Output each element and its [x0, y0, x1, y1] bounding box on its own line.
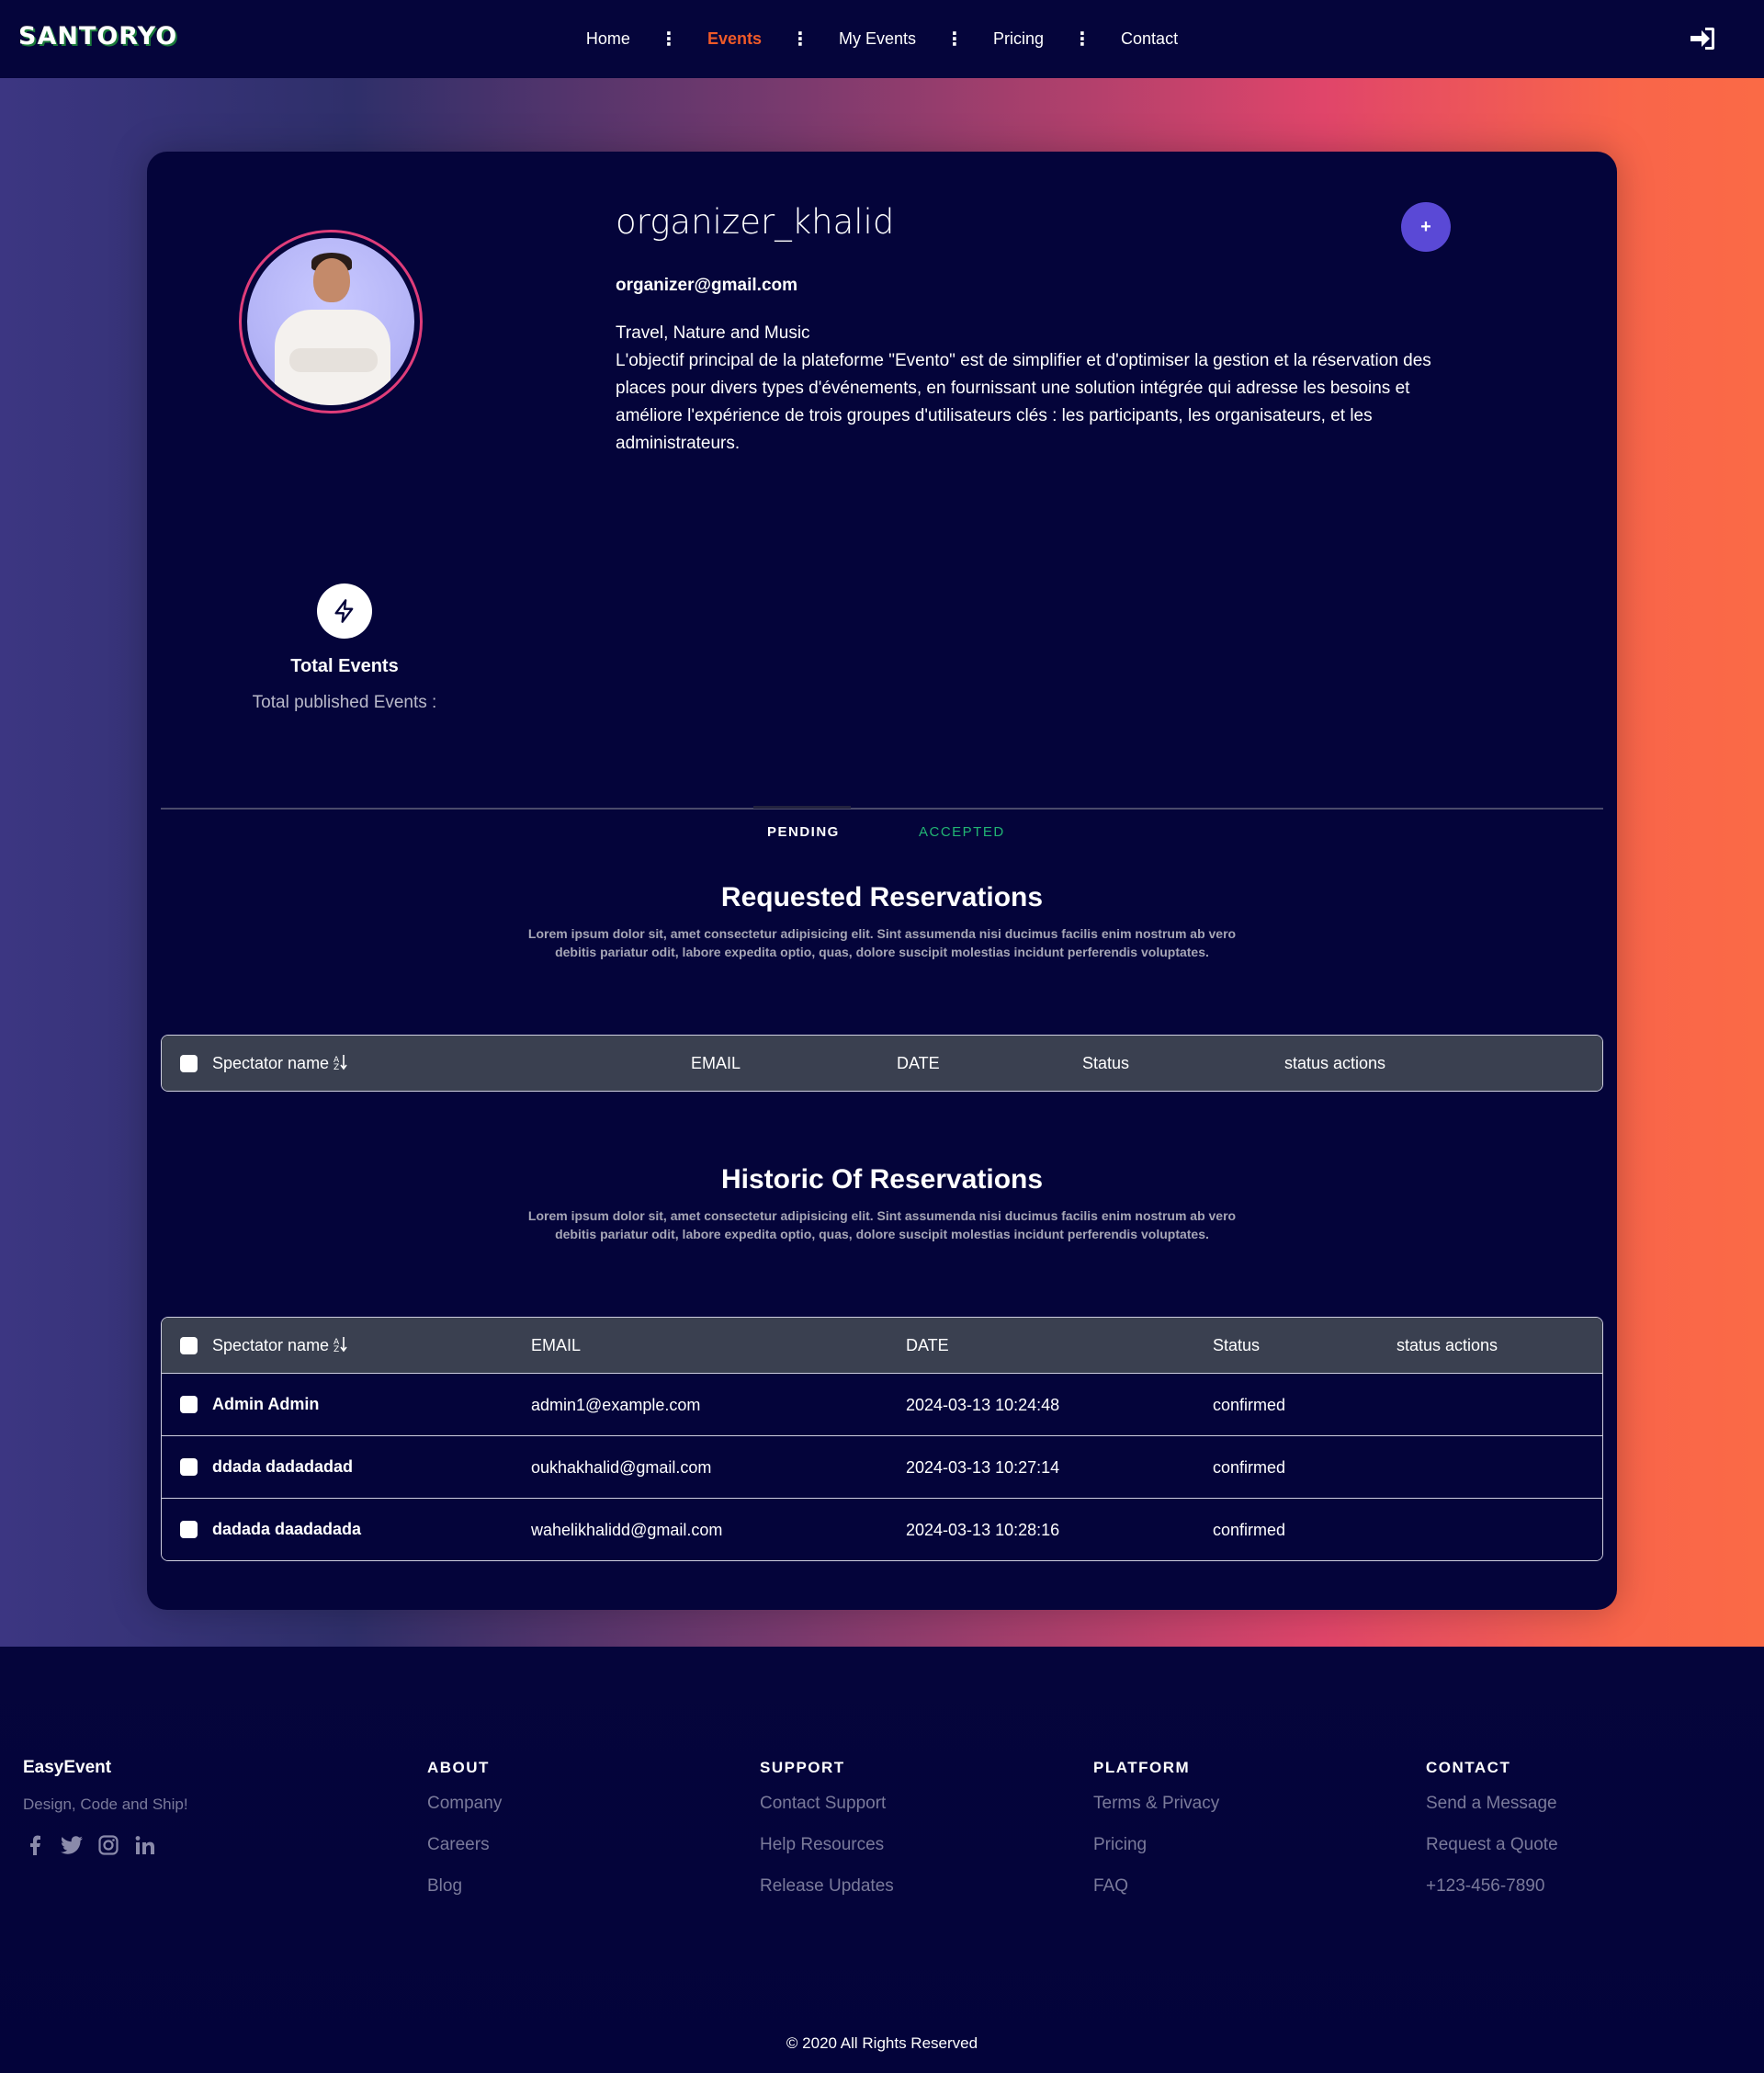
- footer-phone[interactable]: +123-456-7890: [1426, 1876, 1558, 1918]
- linkedin-icon[interactable]: [133, 1833, 157, 1857]
- sort-icon[interactable]: A Z: [334, 1336, 348, 1353]
- nav-link-my-events[interactable]: My Events: [835, 29, 920, 49]
- row-spectator-name: dadada daadadada: [212, 1520, 362, 1538]
- row-status: confirmed: [1213, 1521, 1286, 1539]
- table-header: Spectator name A Z EMAIL DATE Status sta…: [162, 1036, 1602, 1091]
- svg-text:Z: Z: [334, 1345, 339, 1353]
- nav-links: Home ⋮ Events ⋮ My Events ⋮ Pricing ⋮ Co…: [0, 0, 1764, 78]
- nav-separator: ⋮: [659, 29, 678, 50]
- historic-description: Lorem ipsum dolor sit, amet consectetur …: [527, 1208, 1237, 1241]
- nav-link-pricing[interactable]: Pricing: [989, 29, 1047, 49]
- footer-col-about: ABOUT Company Careers Blog: [427, 1759, 502, 1918]
- instagram-icon[interactable]: [96, 1833, 120, 1857]
- profile-username: organizer_khalid: [616, 202, 895, 242]
- avatar: [247, 238, 414, 405]
- sort-icon[interactable]: A Z: [334, 1054, 348, 1070]
- row-checkbox[interactable]: [180, 1458, 198, 1476]
- row-status: confirmed: [1213, 1396, 1286, 1414]
- table-row[interactable]: dadada daadadada wahelikhalidd@gmail.com…: [162, 1498, 1602, 1560]
- top-navbar: SANTORYO Home ⋮ Events ⋮ My Events ⋮ Pri…: [0, 0, 1764, 78]
- nav-separator: ⋮: [945, 29, 964, 50]
- tab-active-indicator: [753, 806, 851, 809]
- row-checkbox[interactable]: [180, 1396, 198, 1413]
- footer-brand: EasyEvent: [23, 1758, 112, 1777]
- nav-separator: ⋮: [1073, 29, 1092, 50]
- tabs-divider: [161, 808, 1603, 810]
- profile-email: organizer@gmail.com: [616, 276, 798, 295]
- footer-link[interactable]: Help Resources: [760, 1835, 894, 1876]
- table-row[interactable]: Admin Admin admin1@example.com 2024-03-1…: [162, 1373, 1602, 1435]
- footer-col-support: SUPPORT Contact Support Help Resources R…: [760, 1759, 894, 1918]
- stat-subtitle: Total published Events :: [252, 693, 437, 712]
- requested-table: Spectator name A Z EMAIL DATE Status sta…: [161, 1035, 1603, 1092]
- footer-col-contact: CONTACT Send a Message Request a Quote +…: [1426, 1759, 1558, 1918]
- sign-in-icon[interactable]: [1689, 26, 1716, 51]
- select-all-checkbox[interactable]: [180, 1055, 198, 1072]
- row-date: 2024-03-13 10:24:48: [906, 1396, 1060, 1414]
- row-date: 2024-03-13 10:28:16: [906, 1521, 1060, 1539]
- footer-link[interactable]: Send a Message: [1426, 1794, 1558, 1835]
- col-spectator-name[interactable]: Spectator name: [212, 1336, 329, 1355]
- col-status-actions: status actions: [1396, 1336, 1498, 1354]
- requested-title: Requested Reservations: [720, 882, 1044, 912]
- select-all-checkbox[interactable]: [180, 1337, 198, 1354]
- col-status: Status: [1082, 1054, 1130, 1072]
- nav-link-events[interactable]: Events: [704, 29, 765, 49]
- bio-line: Travel, Nature and Music: [616, 323, 810, 343]
- footer-tagline: Design, Code and Ship!: [23, 1795, 188, 1813]
- profile-bio: Travel, Nature and Music L'objectif prin…: [616, 320, 1461, 458]
- row-checkbox[interactable]: [180, 1521, 198, 1538]
- col-email: EMAIL: [531, 1336, 582, 1354]
- footer-link[interactable]: Request a Quote: [1426, 1835, 1558, 1876]
- copyright: © 2020 All Rights Reserved: [786, 2034, 978, 2052]
- avatar-ring: [239, 230, 423, 413]
- historic-title: Historic Of Reservations: [720, 1164, 1044, 1195]
- footer-col-title: PLATFORM: [1093, 1759, 1191, 1776]
- footer-link[interactable]: Blog: [427, 1876, 502, 1918]
- facebook-icon[interactable]: [23, 1833, 47, 1857]
- nav-separator: ⋮: [790, 29, 809, 50]
- footer-col-title: CONTACT: [1426, 1759, 1511, 1776]
- row-status: confirmed: [1213, 1458, 1286, 1477]
- footer-link[interactable]: Terms & Privacy: [1093, 1794, 1219, 1835]
- tab-accepted[interactable]: ACCEPTED: [919, 824, 1005, 840]
- col-spectator-name[interactable]: Spectator name: [212, 1054, 329, 1073]
- footer-link[interactable]: Company: [427, 1794, 502, 1835]
- col-date: DATE: [906, 1336, 949, 1354]
- nav-link-home[interactable]: Home: [582, 29, 634, 49]
- bio-line: L'objectif principal de la plateforme "E…: [616, 351, 1431, 453]
- table-header: Spectator name A Z EMAIL DATE Status sta…: [162, 1318, 1602, 1373]
- row-email: admin1@example.com: [531, 1396, 701, 1414]
- col-date: DATE: [897, 1054, 940, 1072]
- row-email: oukhakhalid@gmail.com: [531, 1458, 712, 1477]
- footer-col-title: SUPPORT: [760, 1759, 845, 1776]
- stat-title: Total Events: [290, 656, 399, 676]
- requested-description: Lorem ipsum dolor sit, amet consectetur …: [527, 926, 1237, 959]
- lightning-icon: [317, 583, 372, 639]
- col-status: Status: [1213, 1336, 1261, 1354]
- nav-link-contact[interactable]: Contact: [1117, 29, 1182, 49]
- add-event-button[interactable]: +: [1401, 202, 1451, 252]
- row-email: wahelikhalidd@gmail.com: [531, 1521, 723, 1539]
- footer-link[interactable]: Release Updates: [760, 1876, 894, 1918]
- row-spectator-name: Admin Admin: [212, 1395, 320, 1413]
- tab-pending[interactable]: PENDING: [767, 824, 840, 840]
- svg-text:Z: Z: [334, 1063, 339, 1070]
- footer-link[interactable]: Contact Support: [760, 1794, 894, 1835]
- col-email: EMAIL: [691, 1054, 741, 1072]
- row-spectator-name: ddada dadadadad: [212, 1457, 354, 1476]
- footer-link[interactable]: FAQ: [1093, 1876, 1219, 1918]
- footer-link[interactable]: Careers: [427, 1835, 502, 1876]
- twitter-icon[interactable]: [60, 1833, 84, 1857]
- row-date: 2024-03-13 10:27:14: [906, 1458, 1060, 1477]
- historic-table: Spectator name A Z EMAIL DATE Status sta…: [161, 1317, 1603, 1561]
- table-row[interactable]: ddada dadadadad oukhakhalid@gmail.com 20…: [162, 1435, 1602, 1498]
- col-status-actions: status actions: [1284, 1054, 1386, 1072]
- footer-link[interactable]: Pricing: [1093, 1835, 1219, 1876]
- footer-col-platform: PLATFORM Terms & Privacy Pricing FAQ: [1093, 1759, 1219, 1918]
- footer-col-title: ABOUT: [427, 1759, 490, 1776]
- footer-social: [23, 1833, 157, 1857]
